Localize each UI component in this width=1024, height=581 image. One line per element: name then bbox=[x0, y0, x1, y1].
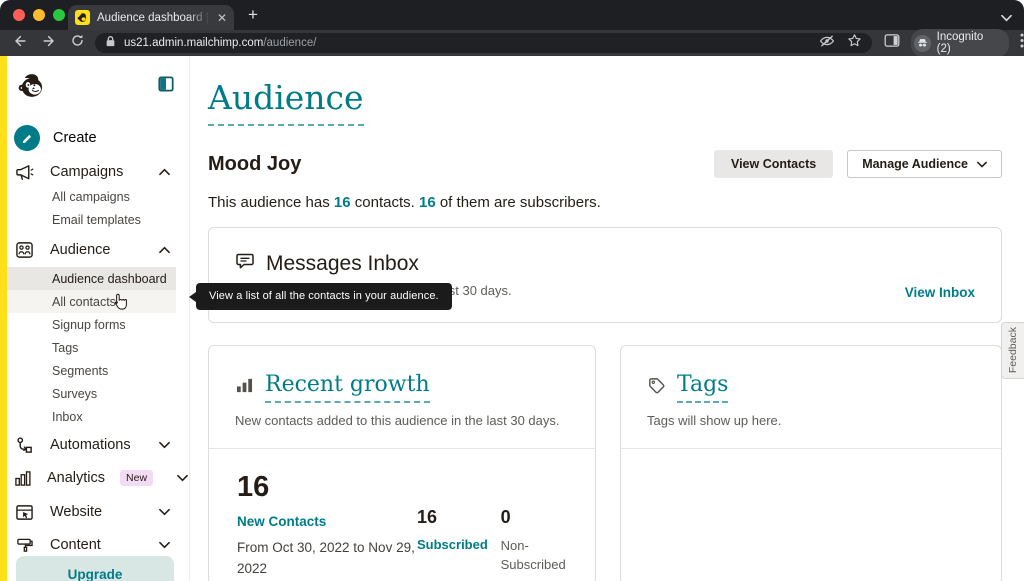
sidebar-item-tags[interactable]: Tags bbox=[7, 336, 176, 359]
mailchimp-favicon bbox=[75, 10, 90, 25]
tag-icon bbox=[647, 376, 666, 400]
window-controls bbox=[13, 9, 65, 21]
new-badge: New bbox=[120, 470, 154, 486]
tab-title: Audience dashboard | Mailchimp bbox=[97, 11, 210, 24]
non-subscribed-value: 0 bbox=[500, 507, 511, 527]
browser-window: Audience dashboard | Mailchimp ✕ + us21.… bbox=[0, 0, 1024, 581]
sidebar-item-audience-dashboard[interactable]: Audience dashboard bbox=[7, 267, 176, 290]
bar-chart-icon bbox=[14, 470, 32, 487]
inbox-card-title: Messages Inbox bbox=[266, 252, 419, 275]
subscribers-count: 16 bbox=[418, 194, 436, 211]
growth-card-subtitle: New contacts added to this audience in t… bbox=[235, 413, 560, 428]
sidebar-item-automations[interactable]: Automations bbox=[7, 432, 176, 458]
chevron-down-icon bbox=[159, 508, 170, 516]
sidebar-item-surveys[interactable]: Surveys bbox=[7, 382, 176, 405]
window-minimize-button[interactable] bbox=[33, 9, 45, 21]
new-tab-button[interactable]: + bbox=[248, 6, 258, 23]
view-contacts-button[interactable]: View Contacts bbox=[713, 150, 834, 178]
all-contacts-tooltip: View a list of all the contacts in your … bbox=[189, 283, 452, 310]
mailchimp-logo[interactable] bbox=[15, 70, 47, 107]
url-text: us21.admin.mailchimp.com/audience/ bbox=[124, 37, 317, 49]
chevron-up-icon bbox=[159, 168, 170, 176]
manage-audience-button[interactable]: Manage Audience bbox=[847, 150, 1002, 178]
audience-label: Audience bbox=[50, 242, 111, 258]
incognito-profile-chip[interactable]: Incognito (2) bbox=[911, 29, 1009, 57]
main-content: Audience Mood Joy View Contacts Manage A… bbox=[190, 56, 1024, 581]
window-close-button[interactable] bbox=[13, 9, 25, 21]
tab-close-icon[interactable]: ✕ bbox=[217, 12, 227, 24]
tags-card: Tags Tags will show up here. bbox=[620, 345, 1002, 581]
brand-accent-stripe bbox=[0, 56, 7, 581]
new-contacts-value: 16 bbox=[237, 471, 270, 503]
forward-icon[interactable] bbox=[41, 33, 57, 54]
audience-summary: This audience has 16 contacts. 16 of the… bbox=[208, 194, 601, 211]
recent-growth-link[interactable]: Recent growth bbox=[265, 372, 430, 403]
message-bubble-icon bbox=[235, 252, 255, 276]
non-subscribed-label: Non-Subscribed bbox=[500, 538, 566, 572]
growth-chart-icon bbox=[235, 377, 254, 399]
pointer-cursor-icon bbox=[110, 293, 127, 317]
lock-icon[interactable] bbox=[105, 34, 116, 52]
chevron-down-icon bbox=[159, 441, 170, 449]
page-title[interactable]: Audience bbox=[208, 78, 364, 126]
sidebar-item-segments[interactable]: Segments bbox=[7, 359, 176, 382]
bookmark-star-icon[interactable] bbox=[847, 33, 862, 53]
sidebar-item-content[interactable]: Content bbox=[7, 532, 176, 558]
view-inbox-link[interactable]: View Inbox bbox=[905, 285, 975, 300]
megaphone-icon bbox=[14, 164, 35, 181]
feedback-tab[interactable]: Feedback bbox=[1001, 322, 1024, 379]
recent-growth-card: Recent growth New contacts added to this… bbox=[208, 345, 596, 581]
sidebar-item-all-campaigns[interactable]: All campaigns bbox=[7, 185, 176, 208]
analytics-label: Analytics bbox=[47, 470, 106, 486]
reload-icon[interactable] bbox=[70, 33, 85, 53]
content-label: Content bbox=[50, 537, 101, 553]
sidebar-item-signup-forms[interactable]: Signup forms bbox=[7, 313, 176, 336]
sidebar-item-all-contacts[interactable]: All contacts bbox=[7, 290, 176, 313]
content-icon bbox=[14, 537, 35, 553]
chevron-down-icon bbox=[159, 541, 170, 549]
address-bar[interactable]: us21.admin.mailchimp.com/audience/ bbox=[95, 33, 873, 53]
contacts-count: 16 bbox=[333, 194, 351, 211]
automations-label: Automations bbox=[50, 437, 131, 453]
sidebar-collapse-icon[interactable] bbox=[158, 76, 174, 97]
sidebar-item-website[interactable]: Website bbox=[7, 499, 176, 525]
incognito-icon bbox=[914, 34, 931, 52]
new-contacts-link[interactable]: New Contacts bbox=[237, 514, 417, 529]
chevron-down-icon bbox=[977, 161, 987, 168]
tags-card-subtitle: Tags will show up here. bbox=[647, 413, 782, 428]
pencil-icon bbox=[14, 125, 40, 151]
sidebar-item-email-templates[interactable]: Email templates bbox=[7, 208, 176, 231]
chevron-down-icon bbox=[177, 474, 188, 482]
campaigns-label: Campaigns bbox=[50, 164, 124, 180]
sidebar-item-audience[interactable]: Audience bbox=[7, 237, 176, 263]
create-label: Create bbox=[53, 130, 97, 146]
subscribed-link[interactable]: Subscribed bbox=[417, 537, 501, 552]
date-range: From Oct 30, 2022 to Nov 29, 2022 bbox=[237, 540, 415, 576]
sidebar-item-inbox[interactable]: Inbox bbox=[7, 405, 176, 428]
window-zoom-button[interactable] bbox=[53, 9, 65, 21]
website-icon bbox=[14, 504, 35, 521]
eye-off-icon[interactable] bbox=[819, 34, 835, 53]
website-label: Website bbox=[50, 504, 103, 520]
tab-search-chevron-icon[interactable] bbox=[1001, 9, 1012, 27]
subscribed-value: 16 bbox=[417, 507, 438, 527]
tags-link[interactable]: Tags bbox=[677, 372, 729, 403]
menu-dots-icon[interactable] bbox=[1020, 33, 1024, 53]
tab-strip: Audience dashboard | Mailchimp ✕ + bbox=[0, 0, 1024, 30]
upgrade-button[interactable]: Upgrade bbox=[16, 556, 174, 581]
create-button[interactable]: Create bbox=[14, 125, 189, 151]
sidebar: Create Campaigns All campaigns Email tem… bbox=[0, 56, 190, 581]
browser-toolbar: us21.admin.mailchimp.com/audience/ Incog… bbox=[0, 29, 1024, 57]
incognito-label: Incognito (2) bbox=[936, 31, 984, 55]
back-icon[interactable] bbox=[12, 33, 28, 54]
sidebar-item-campaigns[interactable]: Campaigns bbox=[7, 159, 176, 185]
audience-name: Mood Joy bbox=[208, 152, 302, 175]
side-panel-icon[interactable] bbox=[884, 33, 900, 53]
chevron-up-icon bbox=[159, 246, 170, 254]
audience-people-icon bbox=[14, 241, 35, 259]
sidebar-item-analytics[interactable]: Analytics New bbox=[7, 465, 188, 491]
automations-icon bbox=[14, 436, 35, 454]
browser-tab[interactable]: Audience dashboard | Mailchimp ✕ bbox=[68, 5, 234, 30]
